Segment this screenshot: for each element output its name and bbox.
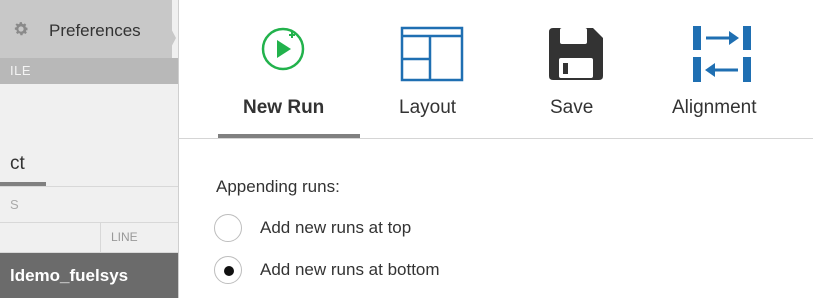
appending-runs-title: Appending runs: <box>216 177 340 196</box>
new-run-label: New Run <box>243 97 325 118</box>
layout-grid-icon <box>400 26 464 82</box>
radio-add-at-bottom[interactable]: Add new runs at bottom <box>214 256 504 286</box>
alignment-label: Alignment <box>672 97 757 118</box>
toolbar-divider <box>178 138 813 139</box>
preferences-label: Preferences <box>49 21 141 40</box>
file-section-header: ILE <box>0 58 178 84</box>
floppy-disk-icon <box>549 28 603 80</box>
alignment-button[interactable]: Alignment <box>660 0 790 138</box>
gear-icon <box>14 22 29 36</box>
layout-label: Layout <box>399 97 457 118</box>
file-section-label: ILE <box>10 63 32 78</box>
column-header-line-label: LINE <box>111 230 138 244</box>
section-label: S <box>10 197 19 212</box>
radio-selected-dot <box>224 266 234 276</box>
alignment-arrows-icon <box>693 26 751 82</box>
active-tab-label[interactable]: ct <box>10 153 25 175</box>
left-panel: Preferences ILE ct S LINE ldemo_fuelsys <box>0 0 179 298</box>
layout-button[interactable]: Layout <box>372 0 492 138</box>
save-button[interactable]: Save <box>528 0 628 138</box>
radio-button[interactable] <box>214 214 242 242</box>
new-run-button[interactable]: New Run <box>218 0 360 138</box>
play-plus-icon <box>261 27 305 71</box>
radio-button[interactable] <box>214 256 242 284</box>
radio-add-at-top[interactable]: Add new runs at top <box>214 214 474 244</box>
save-label: Save <box>550 97 594 118</box>
radio-label: Add new runs at top <box>260 218 412 237</box>
preferences-tab[interactable]: Preferences <box>0 0 172 58</box>
column-header-line[interactable]: LINE <box>100 223 178 253</box>
radio-label: Add new runs at bottom <box>260 260 440 279</box>
divider <box>0 186 178 187</box>
model-name: ldemo_fuelsys <box>10 266 129 285</box>
model-row[interactable]: ldemo_fuelsys <box>0 253 178 298</box>
